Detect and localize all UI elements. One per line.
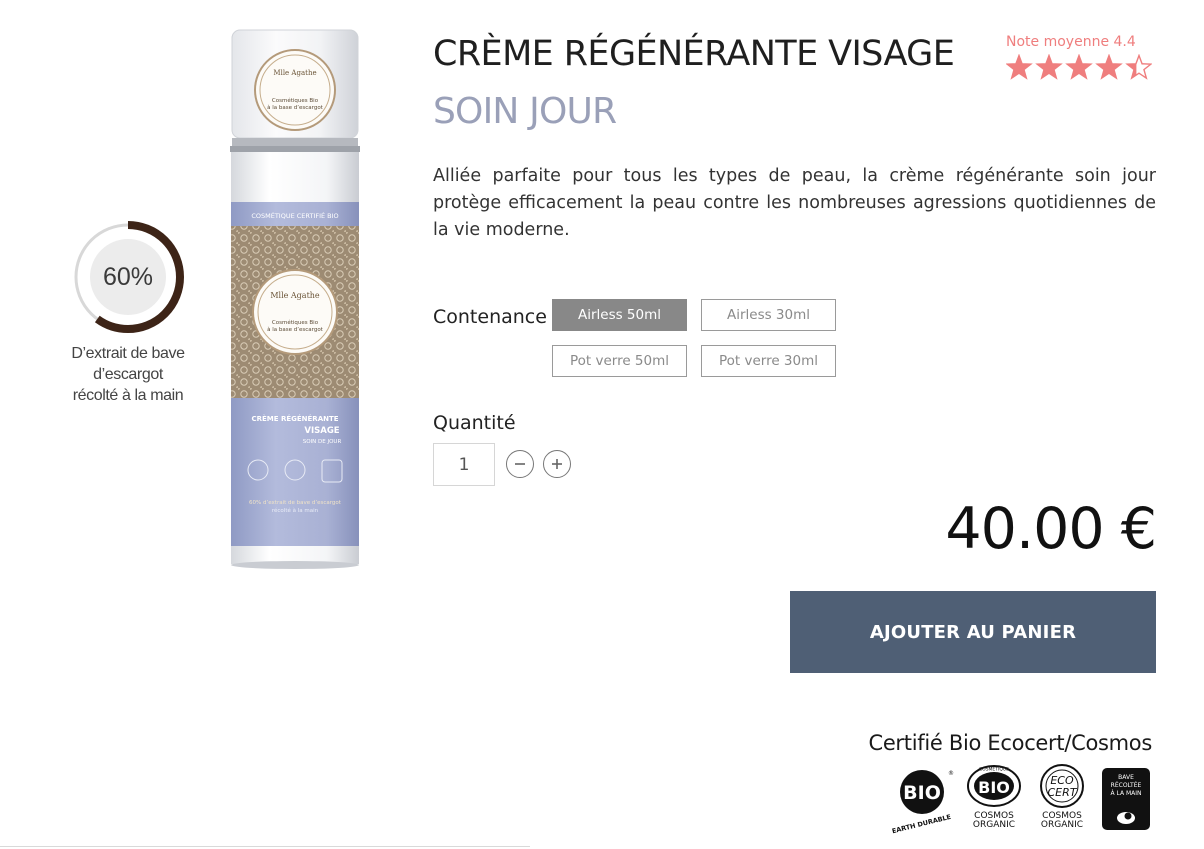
bottle-band-text: COSMÉTIQUE CERTIFIÉ BIO bbox=[251, 211, 338, 220]
bave-recoltee-icon: BAVE RÉCOLTÉE À LA MAIN bbox=[1102, 768, 1150, 830]
add-to-cart-button[interactable]: AJOUTER AU PANIER bbox=[790, 591, 1156, 673]
extract-percentage: 60% bbox=[102, 262, 154, 291]
svg-text:ORGANIC: ORGANIC bbox=[1041, 820, 1083, 830]
svg-text:ORGANIC: ORGANIC bbox=[973, 820, 1015, 830]
svg-text:Cosmétiques Bio: Cosmétiques Bio bbox=[272, 97, 319, 104]
svg-text:CERT: CERT bbox=[1048, 786, 1078, 799]
bio-earth-durable-icon: BIO ® EARTH DURABLE bbox=[891, 770, 954, 835]
quantity-increase-button[interactable] bbox=[543, 450, 571, 478]
product-subtitle: SOIN JOUR bbox=[433, 91, 617, 132]
svg-text:récolté à la main: récolté à la main bbox=[272, 507, 319, 514]
ecocert-icon: ECO CERT COSMOS ORGANIC bbox=[1040, 764, 1084, 830]
rating-stars[interactable] bbox=[1006, 54, 1152, 82]
product-description: Alliée parfaite pour tous les types de p… bbox=[433, 166, 1156, 240]
quantity-label: Quantité bbox=[433, 412, 516, 434]
option-airless-50ml[interactable]: Airless 50ml bbox=[552, 299, 687, 331]
svg-text:à la base d’escargot: à la base d’escargot bbox=[267, 326, 324, 333]
extract-caption-line: récolté à la main bbox=[72, 387, 184, 404]
product-image: Mlle Agathe Cosmétiques Bio à la base d’… bbox=[230, 29, 360, 569]
svg-text:BAVE: BAVE bbox=[1118, 774, 1134, 781]
svg-text:BIO: BIO bbox=[978, 778, 1010, 797]
svg-text:Mlle Agathe: Mlle Agathe bbox=[270, 291, 320, 300]
option-pot-verre-30ml[interactable]: Pot verre 30ml bbox=[701, 345, 836, 377]
bottom-divider bbox=[0, 846, 530, 847]
svg-text:RÉCOLTÉE: RÉCOLTÉE bbox=[1111, 781, 1142, 789]
star-icon bbox=[1067, 55, 1091, 79]
minus-icon bbox=[515, 463, 525, 465]
svg-text:EARTH DURABLE: EARTH DURABLE bbox=[891, 813, 952, 835]
product-price: 40.00 € bbox=[945, 496, 1157, 562]
star-icon bbox=[1007, 55, 1031, 79]
svg-text:Cosmétiques Bio: Cosmétiques Bio bbox=[272, 319, 319, 326]
svg-text:VISAGE: VISAGE bbox=[304, 426, 339, 436]
svg-text:®: ® bbox=[948, 770, 954, 777]
extract-caption-line: D’extrait de bave bbox=[71, 345, 185, 362]
contenance-label: Contenance bbox=[433, 306, 547, 328]
rating-label: Note moyenne 4.4 bbox=[1006, 34, 1136, 50]
extract-caption: D’extrait de bave d’escargot récolté à l… bbox=[48, 343, 208, 406]
svg-text:BIO: BIO bbox=[903, 782, 941, 804]
svg-text:À LA MAIN: À LA MAIN bbox=[1110, 790, 1141, 797]
svg-text:à la base d’escargot: à la base d’escargot bbox=[267, 104, 324, 111]
plus-icon bbox=[552, 459, 562, 469]
extract-caption-line: d’escargot bbox=[93, 366, 163, 383]
svg-text:SOIN DE JOUR: SOIN DE JOUR bbox=[303, 439, 342, 445]
option-pot-verre-50ml[interactable]: Pot verre 50ml bbox=[552, 345, 687, 377]
star-icon bbox=[1037, 55, 1061, 79]
quantity-input[interactable] bbox=[433, 443, 495, 486]
option-airless-30ml[interactable]: Airless 30ml bbox=[701, 299, 836, 331]
product-title: CRÈME RÉGÉNÉRANTE VISAGE bbox=[433, 34, 955, 74]
svg-text:CRÈME RÉGÉNÉRANTE: CRÈME RÉGÉNÉRANTE bbox=[251, 414, 338, 423]
cap-brand: Mlle Agathe bbox=[273, 69, 316, 77]
certification-title: Certifié Bio Ecocert/Cosmos bbox=[868, 731, 1152, 755]
cosmos-bio-icon: BIO COSMÉTIQUE COSMOS ORGANIC bbox=[967, 765, 1021, 830]
certification-logos: BIO ® EARTH DURABLE BIO COSMÉTIQUE COSMO… bbox=[891, 764, 1150, 835]
quantity-decrease-button[interactable] bbox=[506, 450, 534, 478]
star-icon bbox=[1097, 55, 1121, 79]
svg-text:60% d’extrait de bave d’escarg: 60% d’extrait de bave d’escargot bbox=[249, 500, 342, 506]
